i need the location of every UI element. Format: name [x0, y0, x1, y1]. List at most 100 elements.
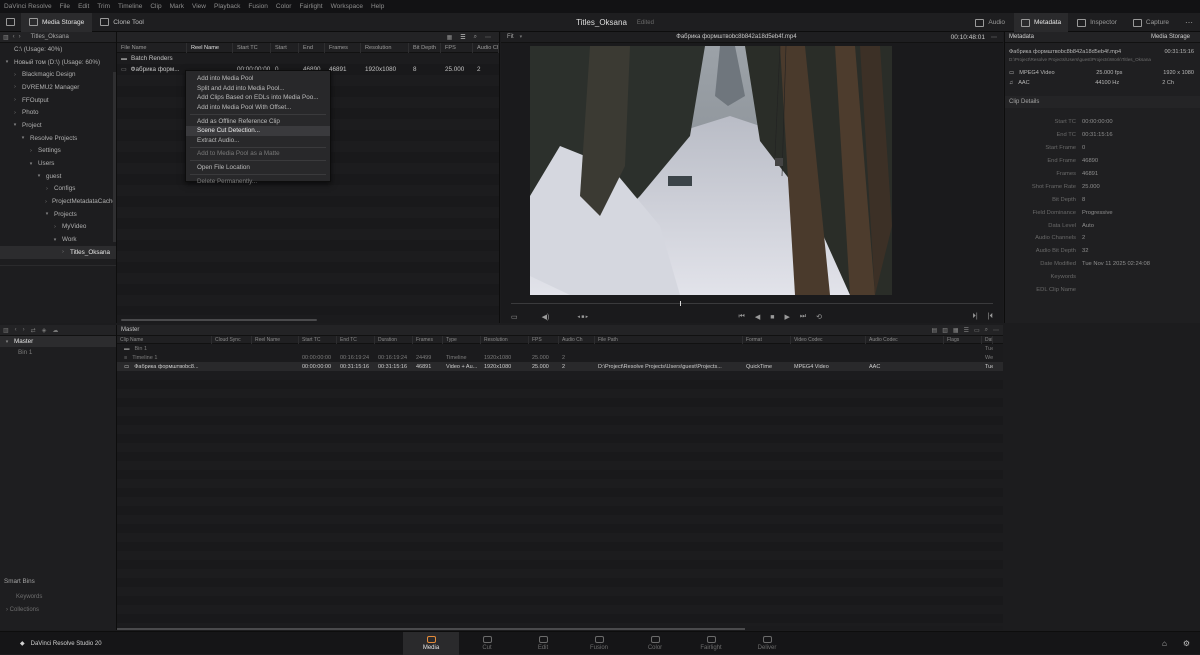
pool-search-icon[interactable]: ⌕: [985, 327, 988, 334]
metadata-value[interactable]: 00:31:15:16: [1082, 132, 1113, 138]
menu-view[interactable]: View: [192, 3, 206, 10]
search-icon[interactable]: ⌕: [474, 34, 477, 41]
metadata-value[interactable]: 00:00:00:00: [1082, 119, 1113, 125]
menu-playback[interactable]: Playback: [214, 3, 240, 10]
sidebar-toggle[interactable]: [0, 13, 21, 32]
pool-column-header[interactable]: Flags: [944, 335, 982, 344]
list-view-icon[interactable]: ☰: [460, 34, 465, 41]
menu-timeline[interactable]: Timeline: [118, 3, 142, 10]
file-column-header[interactable]: Resolution: [361, 42, 409, 53]
storage-item[interactable]: ▾ Новый том (D:\) (Usage: 60%): [0, 56, 116, 69]
menu-help[interactable]: Help: [371, 3, 384, 10]
metadata-value[interactable]: 0: [1082, 145, 1085, 151]
file-column-header[interactable]: FPS: [441, 42, 473, 53]
context-menu-item[interactable]: Add Clips Based on EDLs into Media Poo..…: [186, 93, 330, 103]
file-column-header[interactable]: Frames: [325, 42, 361, 53]
bin-sync-icon[interactable]: ⇄: [31, 327, 36, 334]
pool-sort-icon[interactable]: ▤: [932, 327, 938, 334]
storage-item[interactable]: ▾ Resolve Projects: [0, 132, 116, 145]
file-column-header[interactable]: End: [299, 42, 325, 53]
settings-gear-icon[interactable]: ⚙: [1183, 639, 1190, 648]
menu-color[interactable]: Color: [276, 3, 292, 10]
pool-column-header[interactable]: Reel Name: [252, 335, 299, 344]
menu-davinci-resolve[interactable]: DaVinci Resolve: [4, 3, 52, 10]
pool-column-header[interactable]: Type: [443, 335, 481, 344]
storage-item[interactable]: ▾ guest: [0, 170, 116, 183]
play-icon[interactable]: ▶: [784, 313, 789, 321]
menu-trim[interactable]: Trim: [97, 3, 110, 10]
pool-column-header[interactable]: Start TC: [299, 335, 337, 344]
pool-column-header[interactable]: Video Codec: [791, 335, 866, 344]
step-back-icon[interactable]: ◀: [755, 313, 760, 321]
go-to-end-icon[interactable]: ⏭: [800, 313, 806, 321]
bin-tag-icon[interactable]: ◈: [42, 327, 47, 334]
stop-icon[interactable]: ■: [770, 314, 774, 321]
context-menu-item[interactable]: Open File Location: [186, 163, 330, 173]
pool-view-strip-icon[interactable]: ▥: [942, 327, 948, 334]
pool-column-header[interactable]: Format: [743, 335, 791, 344]
storage-item[interactable]: › DVREMU2 Manager: [0, 81, 116, 94]
file-column-header[interactable]: Audio Ch: [473, 42, 499, 53]
context-menu-item[interactable]: Add into Media Pool: [186, 74, 330, 84]
capture-tab[interactable]: Capture: [1126, 13, 1176, 32]
metadata-source[interactable]: Media Storage: [1151, 34, 1190, 40]
bin-1[interactable]: Bin 1: [0, 347, 116, 358]
menu-edit[interactable]: Edit: [78, 3, 89, 10]
storage-item[interactable]: › FFOutput: [0, 94, 116, 107]
file-column-header[interactable]: File Name: [117, 42, 187, 53]
pool-row-bin[interactable]: ▬ Bin 1 Tue: [117, 344, 1003, 353]
metadata-value[interactable]: Progressive: [1082, 210, 1113, 216]
smart-bin-collections[interactable]: › Collections: [6, 607, 39, 613]
page-tab-fairlight[interactable]: Fairlight: [683, 632, 739, 655]
storage-item[interactable]: › Blackmagic Design: [0, 68, 116, 81]
go-to-start-icon[interactable]: ⏮: [739, 313, 745, 321]
bin-cloud-icon[interactable]: ☁: [52, 327, 58, 334]
folder-row[interactable]: ▬ Batch Renders: [117, 53, 499, 64]
storage-item[interactable]: › Configs: [0, 183, 116, 196]
file-hscrollbar[interactable]: [121, 319, 317, 321]
metadata-value[interactable]: 8: [1082, 197, 1085, 203]
mark-in-icon[interactable]: ⏵|: [972, 313, 977, 321]
bin-forward-icon[interactable]: ›: [23, 327, 25, 333]
page-tab-deliver[interactable]: Deliver: [739, 632, 795, 655]
pool-column-header[interactable]: Audio Codec: [866, 335, 944, 344]
storage-item[interactable]: › ProjectMetadataCache: [0, 195, 116, 208]
page-tab-color[interactable]: Color: [627, 632, 683, 655]
audio-tab[interactable]: Audio: [968, 13, 1012, 32]
volume-icon[interactable]: ◀): [542, 313, 550, 321]
pool-monitor-icon[interactable]: ▭: [974, 327, 980, 334]
more-options-icon[interactable]: ⋯: [485, 34, 491, 41]
storage-item[interactable]: ▾ Users: [0, 157, 116, 170]
playhead[interactable]: [679, 301, 681, 306]
page-tab-fusion[interactable]: Fusion: [571, 632, 627, 655]
pool-column-header[interactable]: Cloud Sync: [212, 335, 252, 344]
pool-column-header[interactable]: Clip Name: [117, 335, 212, 344]
file-column-header[interactable]: Start: [271, 42, 299, 53]
smart-bin-keywords[interactable]: Keywords: [16, 594, 42, 600]
metadata-value[interactable]: 2: [1082, 235, 1085, 241]
tree-scrollbar[interactable]: [113, 72, 116, 242]
options-button[interactable]: ⋯: [1178, 13, 1200, 32]
pool-column-header[interactable]: FPS: [529, 335, 559, 344]
video-frame[interactable]: [530, 46, 892, 295]
storage-item[interactable]: ▾ Work: [0, 233, 116, 246]
metadata-value[interactable]: 32: [1082, 248, 1088, 254]
storage-item[interactable]: C:\ (Usage: 40%): [0, 43, 116, 56]
clone-tool-tab[interactable]: Clone Tool: [92, 13, 152, 32]
pool-more-icon[interactable]: ⋯: [993, 327, 999, 334]
menu-fusion[interactable]: Fusion: [248, 3, 268, 10]
context-menu-item[interactable]: Add into Media Pool With Offset...: [186, 103, 330, 113]
menu-fairlight[interactable]: Fairlight: [299, 3, 322, 10]
viewer-more-icon[interactable]: ⋯: [991, 34, 997, 41]
storage-item[interactable]: › Settings: [0, 145, 116, 158]
metadata-value[interactable]: 46891: [1082, 171, 1098, 177]
metadata-tab[interactable]: Metadata: [1014, 13, 1069, 32]
loop-icon[interactable]: ⟲: [816, 313, 822, 321]
pool-list-icon[interactable]: ☰: [964, 327, 969, 334]
back-icon[interactable]: ‹: [13, 34, 15, 40]
pool-column-header[interactable]: Resolution: [481, 335, 529, 344]
thumbnail-view-icon[interactable]: ▦: [447, 34, 453, 41]
pool-row-clip[interactable]: ▭ Фабрика формштвоbc8... 00:00:00:00 00:31:…: [117, 362, 1003, 371]
pool-hscrollbar[interactable]: [117, 628, 745, 630]
storage-item[interactable]: ▾ Projects: [0, 208, 116, 221]
